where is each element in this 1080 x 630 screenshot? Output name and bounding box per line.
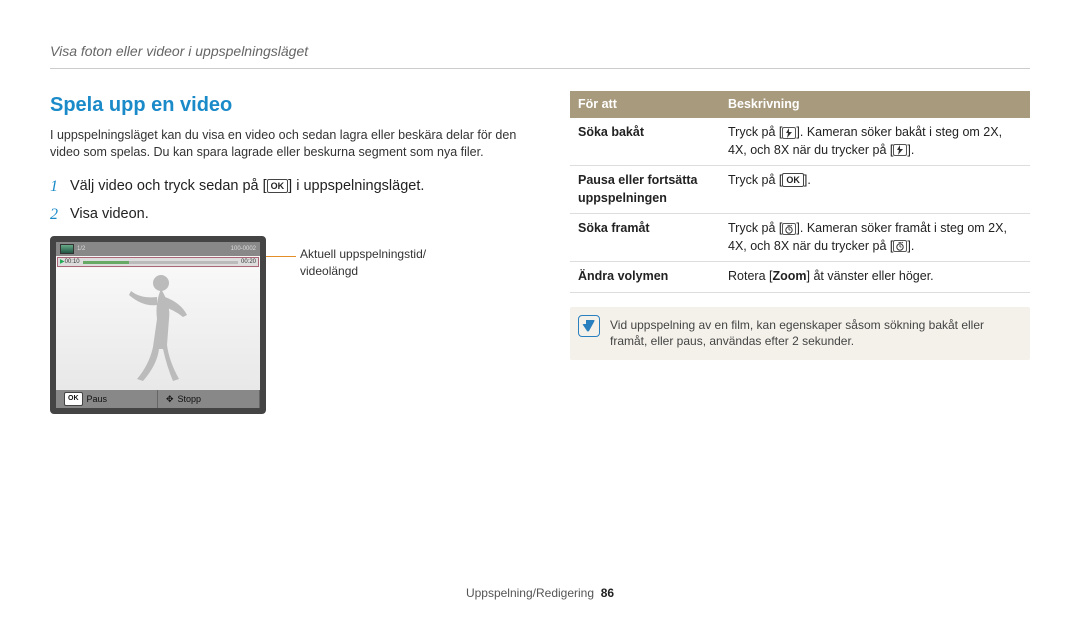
controls-table: För att Beskrivning Söka bakåt Tryck på …: [570, 91, 1030, 293]
callout-text: Aktuell uppspelningstid/ videolängd: [300, 246, 426, 280]
pause-label: Paus: [87, 393, 108, 406]
stop-button-area: ✥ Stopp: [158, 390, 260, 408]
row-label: Söka bakåt: [570, 118, 720, 166]
row-description: Tryck på [OK].: [720, 166, 1030, 214]
thumbnail-icon: [60, 244, 74, 254]
nav-icon: ✥: [166, 393, 174, 406]
camera-playback-figure: 1/2 100-0002 ▶ 00:10 00:20: [50, 236, 266, 414]
row-label: Ändra volymen: [570, 262, 720, 293]
timer-icon: [893, 240, 907, 252]
progress-bar: ▶ 00:10 00:20: [57, 257, 259, 267]
pause-button-area: OK Paus: [56, 390, 158, 408]
info-note: Vid uppspelning av en film, kan egenskap…: [570, 307, 1030, 361]
table-row: Pausa eller fortsätta uppspelningen Tryc…: [570, 166, 1030, 214]
file-number: 100-0002: [231, 245, 256, 253]
page-footer: Uppspelning/Redigering 86: [0, 585, 1080, 602]
section-title: Spela upp en video: [50, 91, 530, 119]
table-header-description: Beskrivning: [720, 91, 1030, 119]
page-number: 86: [601, 586, 614, 600]
time-total: 00:20: [241, 258, 256, 266]
flash-icon: [782, 127, 796, 139]
stop-label: Stopp: [178, 393, 202, 406]
table-row: Ändra volymen Rotera [Zoom] åt vänster e…: [570, 262, 1030, 293]
step-1-text-post: ] i uppspelningsläget.: [288, 178, 424, 194]
note-text: Vid uppspelning av en film, kan egenskap…: [610, 318, 984, 349]
row-description: Rotera [Zoom] åt vänster eller höger.: [720, 262, 1030, 293]
ok-button-icon: OK: [782, 173, 804, 187]
dancer-silhouette: [113, 269, 203, 389]
intro-text: I uppspelningsläget kan du visa en video…: [50, 127, 530, 162]
footer-section: Uppspelning/Redigering: [466, 586, 594, 600]
ok-button-icon: OK: [267, 179, 289, 193]
table-row: Söka framåt Tryck på [ ]. Kameran söker …: [570, 214, 1030, 262]
step-number: 2: [50, 204, 70, 226]
row-description: Tryck på [ ]. Kameran söker framåt i ste…: [720, 214, 1030, 262]
step-number: 1: [50, 176, 70, 198]
table-row: Söka bakåt Tryck på [ ]. Kameran söker b…: [570, 118, 1030, 166]
step-2-text: Visa videon.: [70, 204, 149, 224]
time-elapsed: 00:10: [65, 258, 80, 266]
note-icon: [578, 315, 600, 337]
breadcrumb-header: Visa foton eller videor i uppspelningslä…: [50, 42, 1030, 69]
step-2: 2 Visa videon.: [50, 204, 530, 226]
ok-icon: OK: [64, 392, 83, 406]
count-indicator: 1/2: [77, 245, 85, 253]
row-label: Söka framåt: [570, 214, 720, 262]
camera-topbar: 1/2 100-0002: [56, 242, 260, 256]
callout-line: [266, 256, 296, 257]
timer-icon: [782, 223, 796, 235]
table-header-action: För att: [570, 91, 720, 119]
row-label: Pausa eller fortsätta uppspelningen: [570, 166, 720, 214]
row-description: Tryck på [ ]. Kameran söker bakåt i steg…: [720, 118, 1030, 166]
step-1: 1 Välj video och tryck sedan på [OK] i u…: [50, 176, 530, 198]
flash-icon: [893, 144, 907, 156]
step-1-text-pre: Välj video och tryck sedan på [: [70, 178, 267, 194]
